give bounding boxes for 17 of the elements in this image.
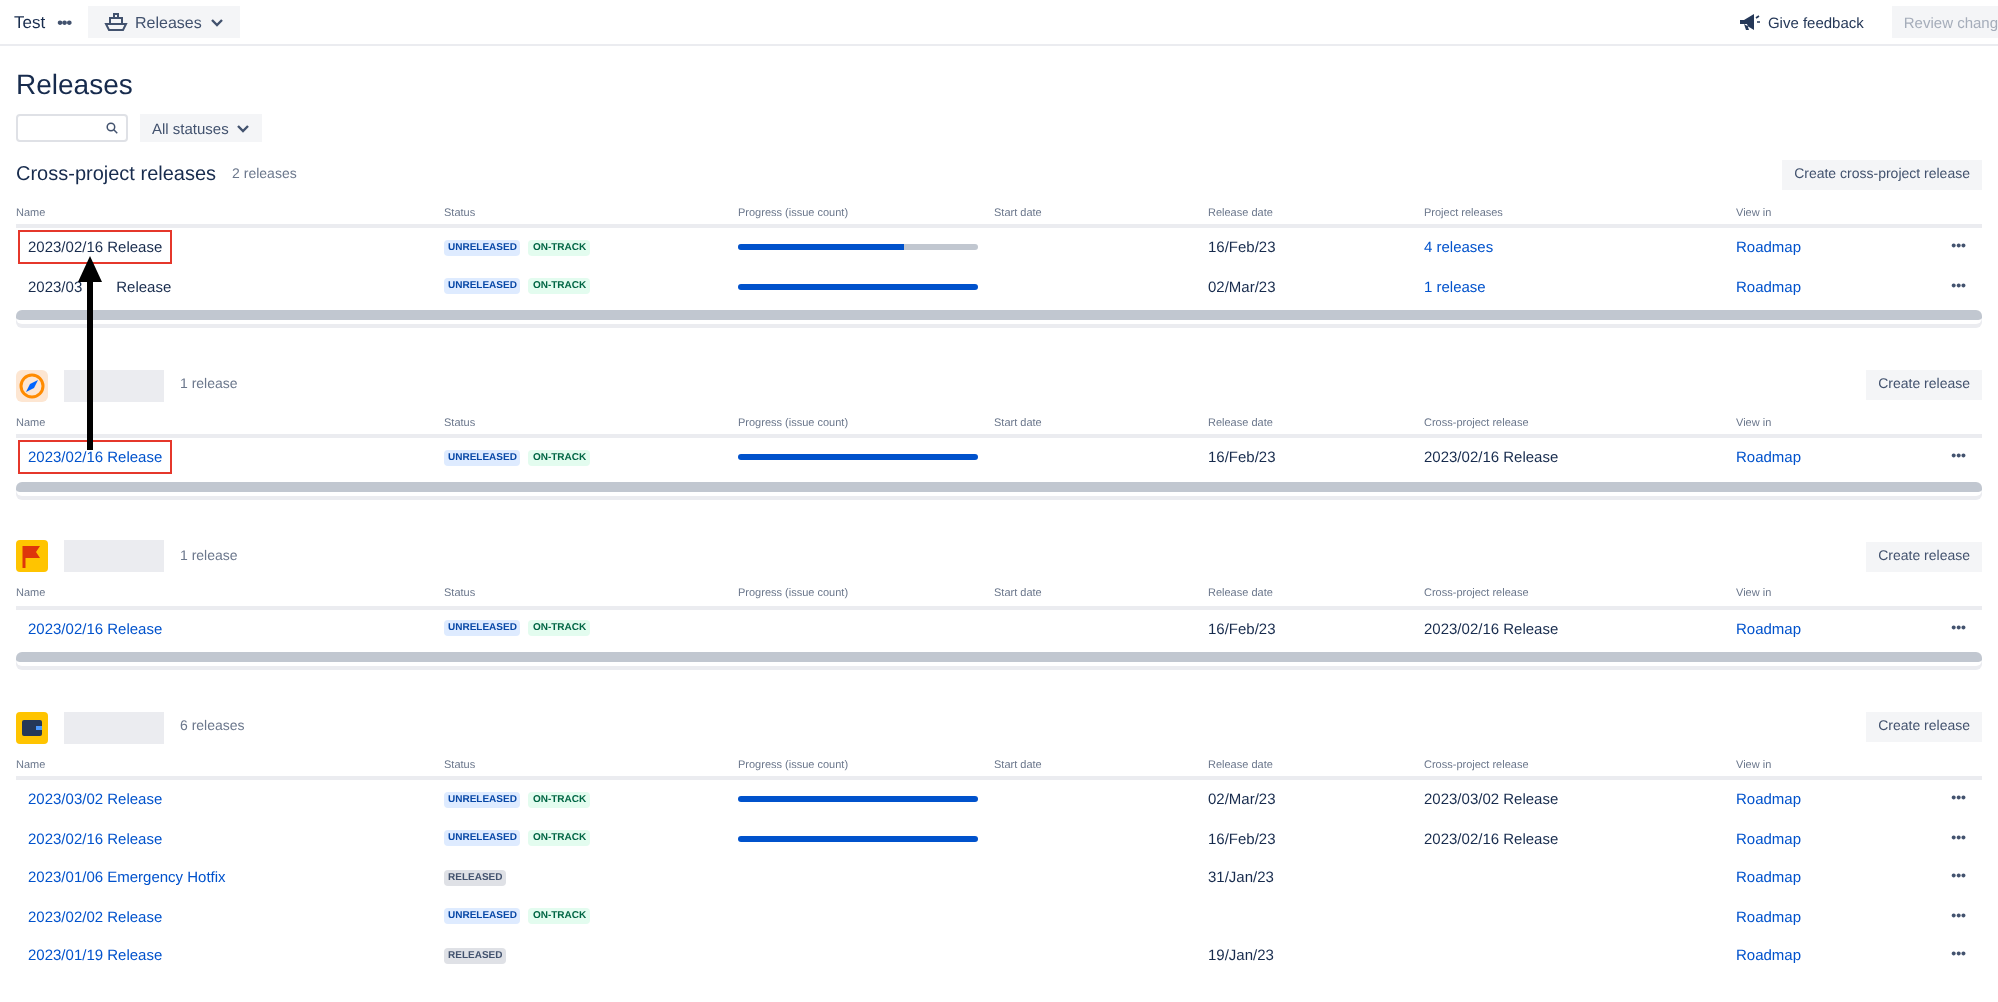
horizontal-scrollbar[interactable] [16,310,1982,324]
project-name-placeholder [64,369,164,401]
page-title: Releases [16,68,135,100]
releases-nav-button[interactable]: Releases [87,6,240,38]
project-name[interactable]: Test [14,12,46,32]
flag-icon [16,540,48,572]
ship-icon [103,12,127,32]
chevron-down-icon [236,123,251,133]
horizontal-scrollbar[interactable] [16,652,1982,666]
chevron-down-icon [209,17,224,27]
megaphone-icon [1737,12,1760,32]
wallet-icon [16,711,48,743]
horizontal-scrollbar[interactable] [16,481,1982,495]
section-heading: Cross-project releases [16,164,217,186]
search-icon [106,120,118,136]
more-button[interactable]: ••• [57,13,71,31]
search-field[interactable] [16,114,128,142]
